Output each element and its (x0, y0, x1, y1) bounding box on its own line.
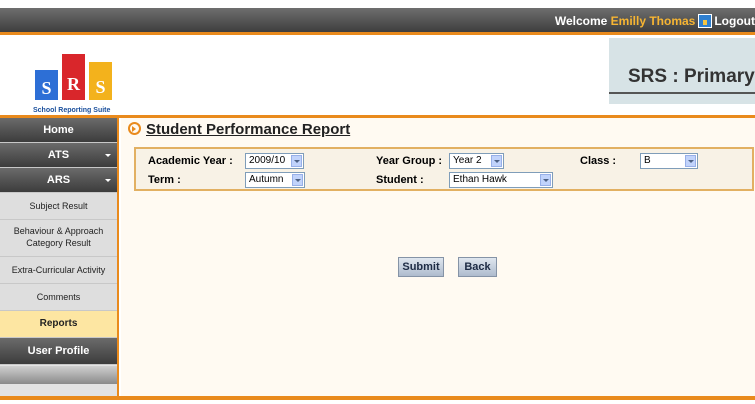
page-title-text: Student Performance Report (146, 121, 351, 138)
sidebar-item-comments[interactable]: Comments (0, 284, 117, 311)
term-value: Autumn (249, 174, 284, 185)
sidebar-item-label: User Profile (27, 345, 90, 357)
chevron-down-icon (105, 154, 111, 157)
chevron-down-icon (291, 155, 302, 167)
lock-icon (698, 14, 713, 28)
back-button[interactable]: Back (458, 257, 497, 277)
user-name: Emilly Thomas (610, 14, 696, 28)
sidebar-item-label: Subject Result (29, 201, 88, 211)
sidebar-item-label: Comments (36, 292, 81, 302)
sidebar-item-reports[interactable]: Reports (0, 311, 117, 338)
sidebar-item-label: ATS (47, 149, 70, 161)
academic-year-value: 2009/10 (249, 155, 286, 166)
sidebar-item-ars[interactable]: ARS (0, 168, 117, 193)
academic-year-select[interactable]: 2009/10 (245, 153, 304, 169)
footer-bar (0, 396, 755, 400)
logout-link[interactable]: Logout (714, 14, 755, 28)
academic-year-label: Academic Year : (148, 155, 233, 167)
student-value: Ethan Hawk (453, 174, 507, 185)
sidebar-item-label: Home (43, 124, 74, 136)
header: S R S School Reporting Suite SRS : Prima… (0, 38, 755, 118)
chevron-down-icon (292, 174, 303, 186)
sidebar-footer (0, 366, 117, 384)
class-label: Class : (580, 155, 617, 167)
logo-letter-r: R (62, 54, 85, 100)
chevron-down-icon (685, 155, 696, 167)
sidebar-item-label: Extra-Curricular Activity (11, 265, 106, 275)
sidebar-item-label: ARS (46, 174, 71, 186)
term-select[interactable]: Autumn (245, 172, 305, 188)
sidebar-item-extra-curricular[interactable]: Extra-Curricular Activity (0, 257, 117, 284)
sidebar-item-behaviour-approach[interactable]: Behaviour & Approach Category Result (0, 220, 117, 257)
srs-logo[interactable]: S R S School Reporting Suite (33, 42, 123, 114)
sidebar-item-label: Behaviour & Approach Category Result (13, 226, 104, 248)
student-label: Student : (376, 174, 424, 186)
sidebar-item-subject-result[interactable]: Subject Result (0, 193, 117, 220)
class-select[interactable]: B (640, 153, 698, 169)
class-value: B (644, 155, 651, 166)
main-content: Student Performance Report Academic Year… (121, 118, 755, 396)
sidebar-item-ats[interactable]: ATS (0, 143, 117, 168)
logo-letter-s: S (35, 70, 58, 100)
chevron-down-icon (540, 174, 551, 186)
sidebar-item-label: Reports (39, 318, 78, 329)
page-title: Student Performance Report (128, 121, 350, 138)
app-title: SRS : Primary (628, 66, 755, 87)
welcome-area: Welcome Emilly Thomas Logout (555, 14, 755, 28)
student-select[interactable]: Ethan Hawk (449, 172, 553, 188)
arrow-right-circle-icon (128, 122, 141, 135)
top-bar: Welcome Emilly Thomas Logout (0, 8, 755, 35)
filter-panel: Academic Year : 2009/10 Year Group : Yea… (134, 147, 754, 191)
sidebar-item-home[interactable]: Home (0, 118, 117, 143)
logo-tagline: School Reporting Suite (33, 107, 111, 114)
title-underline (609, 92, 755, 94)
sidebar-item-user-profile[interactable]: User Profile (0, 338, 117, 365)
welcome-text: Welcome (554, 14, 608, 28)
logo-letter-s2: S (89, 62, 112, 100)
sidebar: Home ATS ARS Subject Result Behaviour & … (0, 118, 119, 396)
term-label: Term : (148, 174, 181, 186)
chevron-down-icon (105, 179, 111, 182)
chevron-down-icon (491, 155, 502, 167)
year-group-label: Year Group : (376, 155, 443, 167)
year-group-select[interactable]: Year 2 (449, 153, 504, 169)
year-group-value: Year 2 (453, 155, 482, 166)
submit-button[interactable]: Submit (398, 257, 444, 277)
